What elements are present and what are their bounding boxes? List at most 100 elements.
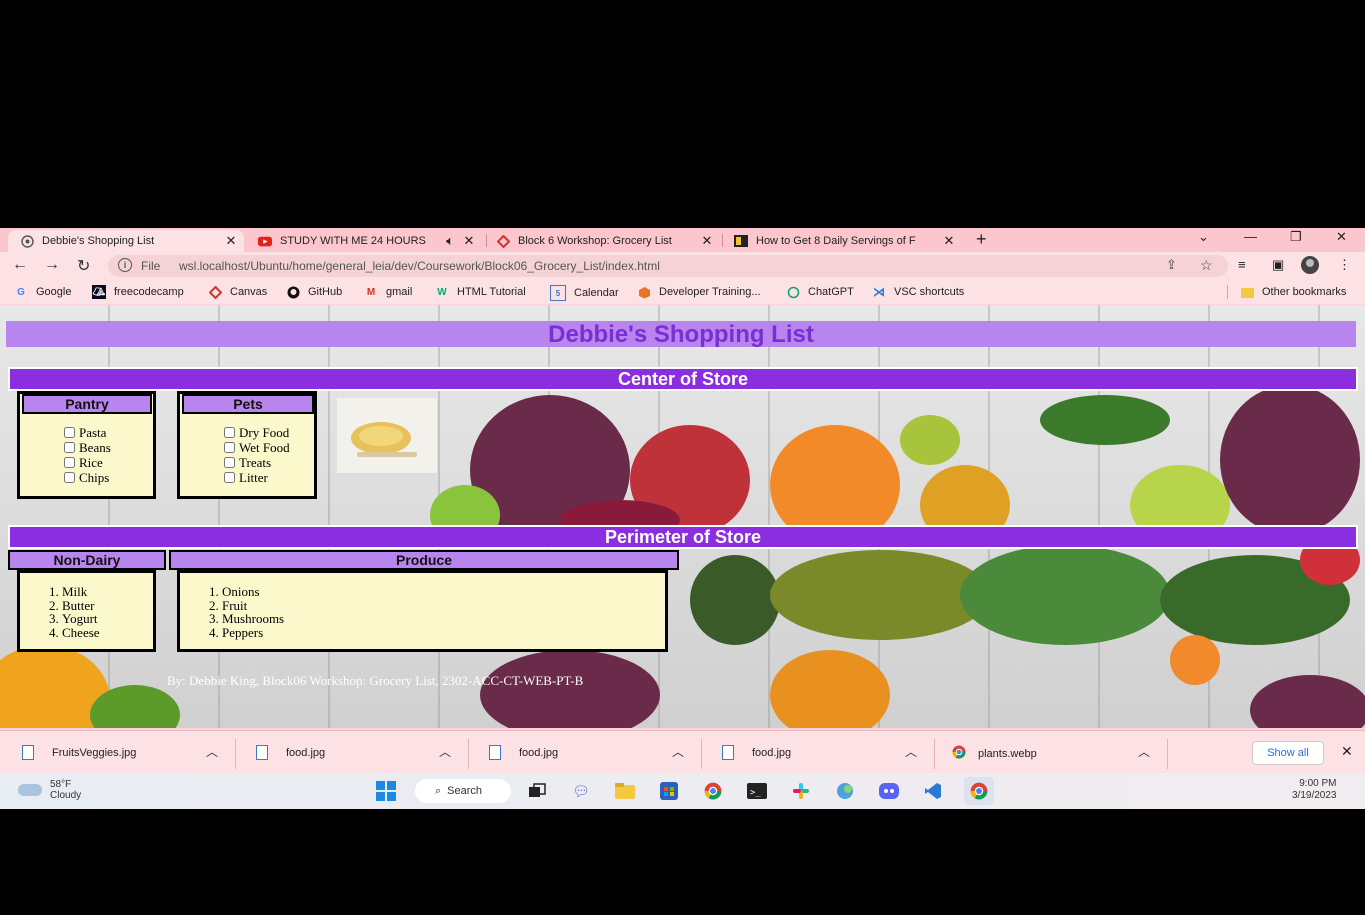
pantry-item[interactable]: Rice [64,455,111,470]
close-icon[interactable]: ✕ [462,233,476,249]
url-text[interactable]: wsl.localhost/Ubuntu/home/general_leia/d… [179,259,660,273]
chevron-up-icon[interactable]: ︿ [672,743,684,760]
bookmark-google[interactable]: G Google [14,285,71,299]
vscode-icon[interactable] [922,781,944,801]
bookmark-html-tutorial[interactable]: W HTML Tutorial [435,285,525,299]
bookmark-gmail[interactable]: M gmail [364,285,412,299]
file-explorer-icon[interactable] [614,781,636,801]
download-item[interactable]: plants.webp [952,745,1037,762]
pets-checkbox[interactable] [224,427,235,438]
bookmark-freecodecamp[interactable]: ⛺︎ freecodecamp [92,285,184,299]
bookmark-calendar[interactable]: 5 Calendar [550,285,619,301]
download-item[interactable]: food.jpg [722,745,791,760]
teams-chat-icon[interactable]: 💬︎ [570,781,592,801]
tab-study-with-me[interactable]: STUDY WITH ME 24 HOURS 🔈︎ ✕ [246,230,482,252]
microsoft-store-icon[interactable] [658,781,680,801]
pantry-item[interactable]: Beans [64,440,111,455]
center-of-store-heading-bar: Center of Store [8,367,1358,391]
window-close-icon[interactable]: ✕ [1336,229,1347,245]
pets-item[interactable]: Litter [224,470,290,485]
perimeter-of-store-heading-bar: Perimeter of Store [8,525,1358,549]
pantry-heading: Pantry [22,394,152,414]
pantry-item[interactable]: Chips [64,470,111,485]
restore-icon[interactable]: ❐ [1290,229,1302,245]
file-icon [489,745,501,760]
network-app-icon[interactable] [834,781,856,801]
profile-avatar[interactable] [1300,255,1320,278]
weather-condition: Cloudy [50,790,82,801]
chatgpt-icon [786,285,800,299]
other-bookmarks[interactable]: Other bookmarks [1240,285,1346,299]
page-title: Debbie's Shopping List [548,321,814,348]
tab-search-chevron-icon[interactable]: ⌄ [1198,229,1209,245]
tab-block6-workshop[interactable]: Block 6 Workshop: Grocery List ✕ [484,230,720,252]
close-icon[interactable]: ✕ [700,233,714,249]
pantry-checkbox[interactable] [64,472,75,483]
terminal-icon[interactable]: >_ [746,781,768,801]
chevron-up-icon[interactable]: ︿ [439,743,451,760]
download-item[interactable]: FruitsVeggies.jpg [22,745,136,760]
info-icon[interactable]: i [118,258,132,272]
media-queue-icon[interactable]: ≡ [1238,257,1246,272]
bookmarks-bar: G Google ⛺︎ freecodecamp Canvas GitHub M… [0,280,1365,304]
chevron-up-icon[interactable]: ︿ [206,743,218,760]
globe-icon [20,234,34,248]
vscode-icon: ⋊ [873,285,885,299]
pantry-checkbox[interactable] [64,427,75,438]
bookmark-developer-training[interactable]: Developer Training... [637,285,761,299]
weather-widget[interactable]: 58°F Cloudy [18,779,81,801]
pantry-checkbox[interactable] [64,457,75,468]
pantry-item[interactable]: Pasta [64,425,111,440]
reload-icon[interactable]: ↻ [77,256,90,276]
task-view-icon[interactable] [526,781,548,801]
discord-icon[interactable] [878,781,900,801]
pets-item[interactable]: Treats [224,455,290,470]
pantry-checkbox[interactable] [64,442,75,453]
show-all-button[interactable]: Show all [1252,741,1324,765]
list-item: Mushrooms [222,612,665,626]
close-icon[interactable]: ✕ [1341,743,1353,760]
close-icon[interactable]: ✕ [942,233,956,249]
tab-debbies-shopping-list[interactable]: Debbie's Shopping List ✕ [8,230,244,252]
weather-temperature: 58°F [50,779,72,790]
produce-box: Onions Fruit Mushrooms Peppers [177,570,668,652]
side-panel-icon[interactable]: ▣ [1272,257,1284,273]
chrome-icon [952,745,966,762]
pets-checkbox[interactable] [224,457,235,468]
bookmark-github[interactable]: GitHub [286,285,342,299]
chevron-up-icon[interactable]: ︿ [1138,743,1150,760]
bookmark-chatgpt[interactable]: ChatGPT [786,285,854,299]
nondairy-list: Milk Butter Yogurt Cheese [20,573,153,639]
back-arrow-icon[interactable]: ← [12,256,28,274]
chevron-up-icon[interactable]: ︿ [905,743,917,760]
bookmark-star-icon[interactable]: ☆ [1200,257,1213,274]
minimize-icon[interactable]: — [1244,229,1257,244]
system-clock[interactable]: 9:00 PM 3/19/2023 [1292,778,1337,802]
pets-item-label: Dry Food [239,425,290,440]
article-icon [734,234,748,248]
windows-start-icon[interactable] [375,781,397,801]
tab-daily-servings[interactable]: How to Get 8 Daily Servings of F ✕ [722,230,962,252]
menu-kebab-icon[interactable]: ⋮ [1338,257,1351,273]
new-tab-button[interactable]: + [976,229,987,250]
share-icon[interactable]: ⇪ [1166,257,1177,273]
taskbar-search[interactable]: ⌕ Search [415,779,511,803]
bookmark-label: Google [36,286,72,298]
close-icon[interactable]: ✕ [224,233,238,249]
address-bar[interactable]: i File wsl.localhost/Ubuntu/home/general… [108,255,1228,277]
pets-checkbox[interactable] [224,472,235,483]
folder-icon [1240,285,1254,299]
bookmark-vsc-shortcuts[interactable]: ⋊ VSC shortcuts [872,285,964,299]
bookmark-canvas[interactable]: Canvas [208,285,267,299]
pantry-item-label: Rice [79,455,103,470]
slack-icon[interactable] [790,781,812,801]
download-item[interactable]: food.jpg [489,745,558,760]
download-item[interactable]: food.jpg [256,745,325,760]
pets-item[interactable]: Dry Food [224,425,290,440]
chrome-icon[interactable] [702,781,724,801]
speaker-icon[interactable]: 🔈︎ [446,233,454,249]
pets-checkbox[interactable] [224,442,235,453]
pets-item[interactable]: Wet Food [224,440,290,455]
chrome-active-icon[interactable] [964,777,994,805]
forward-arrow-icon[interactable]: → [44,256,60,274]
